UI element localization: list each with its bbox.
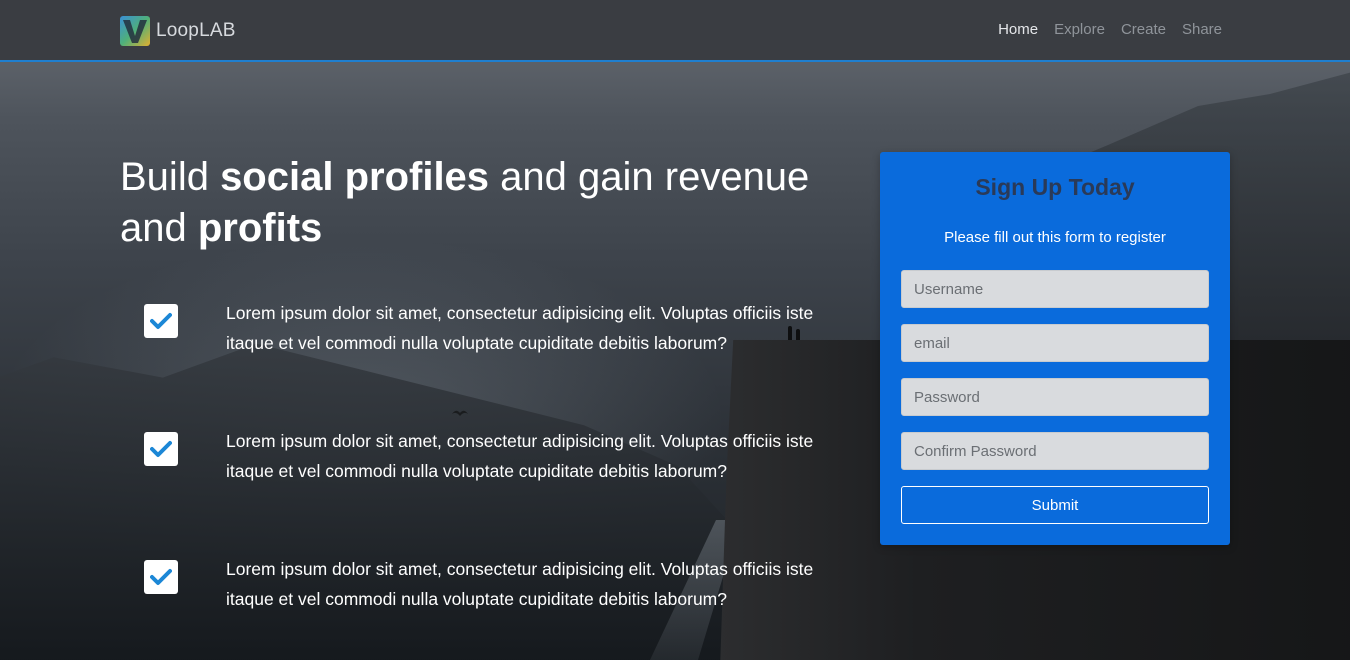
headline-bold1: social profiles bbox=[220, 155, 490, 199]
check-icon bbox=[144, 560, 178, 594]
feature-text: Lorem ipsum dolor sit amet, consectetur … bbox=[226, 559, 814, 609]
nav-link-home[interactable]: Home bbox=[998, 21, 1038, 38]
feature-item: Lorem ipsum dolor sit amet, consectetur … bbox=[144, 559, 834, 630]
feature-item: Lorem ipsum dolor sit amet, consectetur … bbox=[144, 431, 834, 502]
signup-card: Sign Up Today Please fill out this form … bbox=[880, 152, 1230, 545]
nav-link-create[interactable]: Create bbox=[1121, 21, 1166, 38]
headline-part1: Build bbox=[120, 155, 221, 199]
submit-button[interactable]: Submit bbox=[901, 486, 1209, 524]
nav-links: Home Explore Create Share bbox=[998, 21, 1222, 38]
password-input[interactable] bbox=[901, 378, 1209, 416]
signup-subtitle: Please fill out this form to register bbox=[944, 229, 1166, 246]
looplab-logo-icon bbox=[120, 16, 150, 46]
feature-item: Lorem ipsum dolor sit amet, consectetur … bbox=[144, 303, 834, 374]
hero-headline: Build social profiles and gain revenue a… bbox=[120, 152, 860, 254]
username-input[interactable] bbox=[901, 270, 1209, 308]
feature-text: Lorem ipsum dolor sit amet, consectetur … bbox=[226, 431, 814, 481]
check-icon bbox=[144, 304, 178, 338]
navbar: LoopLAB Home Explore Create Share bbox=[0, 0, 1350, 62]
signup-title: Sign Up Today bbox=[975, 174, 1135, 200]
feature-text: Lorem ipsum dolor sit amet, consectetur … bbox=[226, 303, 814, 353]
headline-bold2: profits bbox=[197, 206, 323, 250]
nav-link-explore[interactable]: Explore bbox=[1054, 21, 1105, 38]
nav-link-share[interactable]: Share bbox=[1182, 21, 1222, 38]
check-icon bbox=[144, 432, 178, 466]
brand-name: LoopLAB bbox=[156, 20, 236, 41]
brand[interactable]: LoopLAB bbox=[120, 16, 236, 46]
bird-silhouette bbox=[452, 410, 468, 416]
email-input[interactable] bbox=[901, 324, 1209, 362]
confirm-password-input[interactable] bbox=[901, 432, 1209, 470]
